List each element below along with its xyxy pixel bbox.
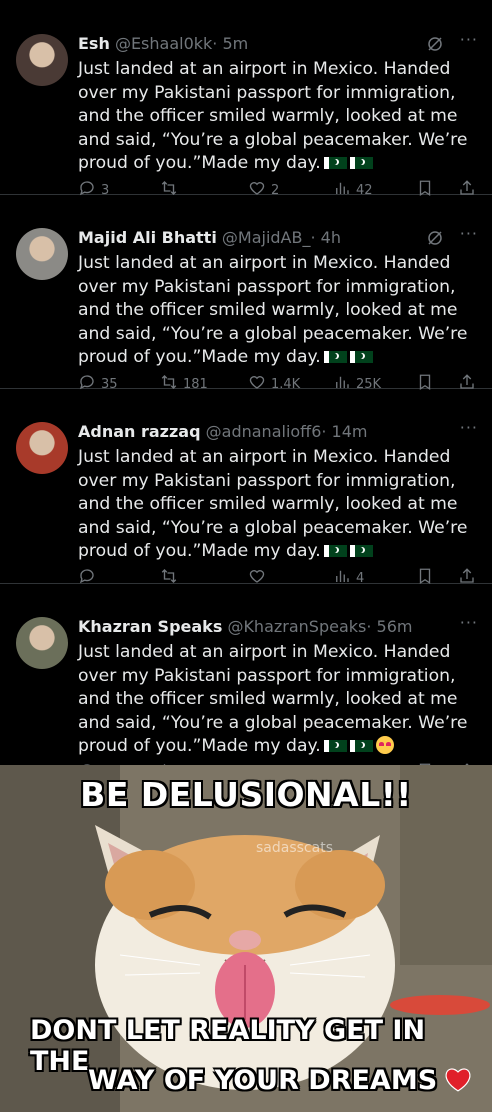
display-name[interactable]: Khazran Speaks (78, 617, 222, 636)
tweet-text: Just landed at an airport in Mexico. Han… (78, 446, 478, 564)
tweet-text-content: Just landed at an airport in Mexico. Han… (78, 642, 468, 756)
meme-image: sadasscats BE DELUSIONAL!! DONT LET REAL… (0, 765, 492, 1112)
pakistan-flag-icon (323, 740, 347, 752)
timestamp[interactable]: · 4h (310, 228, 341, 247)
tweet-text-content: Just landed at an airport in Mexico. Han… (78, 253, 468, 367)
tweet-header: Esh @Eshaal0kk· 5m ··· (78, 30, 478, 56)
pakistan-flag-icon (349, 351, 373, 363)
timestamp[interactable]: · 5m (212, 34, 248, 53)
tweet-header: Majid Ali Bhatti @MajidAB_· 4h ··· (78, 224, 478, 250)
display-name[interactable]: Adnan razzaq (78, 422, 201, 441)
tweet-header: Khazran Speaks @KhazranSpeaks· 56m ··· (78, 613, 478, 639)
more-options-icon[interactable]: ··· (460, 418, 478, 437)
pakistan-flag-icon (349, 545, 373, 557)
tweet-text-content: Just landed at an airport in Mexico. Han… (78, 59, 468, 173)
display-name[interactable]: Majid Ali Bhatti (78, 228, 217, 247)
display-name[interactable]: Esh (78, 34, 110, 53)
meme-watermark: sadasscats (256, 840, 333, 856)
pakistan-flag-icon (323, 351, 347, 363)
avatar[interactable] (16, 34, 68, 86)
tweet-text: Just landed at an airport in Mexico. Han… (78, 252, 478, 370)
meme-top-caption: BE DELUSIONAL!! (80, 775, 412, 814)
grok-icon[interactable] (426, 229, 444, 247)
user-handle[interactable]: @MajidAB_ (222, 228, 311, 247)
timestamp[interactable]: · 14m (321, 422, 367, 441)
tweet-text: Just landed at an airport in Mexico. Han… (78, 58, 478, 176)
pakistan-flag-icon (349, 157, 373, 169)
avatar[interactable] (16, 617, 68, 669)
tweet-text-content: Just landed at an airport in Mexico. Han… (78, 447, 468, 561)
pakistan-flag-icon (349, 740, 373, 752)
pakistan-flag-icon (323, 545, 347, 557)
user-handle[interactable]: @KhazranSpeaks (227, 617, 366, 636)
user-handle[interactable]: @adnanalioff6 (206, 422, 322, 441)
tweet-feed: Esh @Eshaal0kk· 5m ··· Just landed at an a… (0, 0, 492, 765)
tweet[interactable]: Majid Ali Bhatti @MajidAB_· 4h ··· Just la… (0, 194, 492, 392)
tweet-header: Adnan razzaq @adnanalioff6· 14m ··· (78, 418, 478, 444)
heart-icon (445, 1068, 471, 1092)
avatar[interactable] (16, 228, 68, 280)
tweet[interactable]: Esh @Eshaal0kk· 5m ··· Just landed at an a… (0, 0, 492, 198)
tweet[interactable]: Adnan razzaq @adnanalioff6· 14m ··· Just l… (0, 388, 492, 586)
meme-bottom-caption-text: WAY OF YOUR DREAMS (88, 1065, 438, 1096)
tweet[interactable]: Khazran Speaks @KhazranSpeaks· 56m ··· Jus… (0, 583, 492, 765)
tweet-text: Just landed at an airport in Mexico. Han… (78, 641, 478, 759)
more-options-icon[interactable]: ··· (460, 224, 478, 243)
pakistan-flag-icon (323, 157, 347, 169)
avatar[interactable] (16, 422, 68, 474)
timestamp[interactable]: · 56m (366, 617, 412, 636)
grok-icon[interactable] (426, 35, 444, 53)
user-handle[interactable]: @Eshaal0kk (115, 34, 212, 53)
heart-eyes-face-icon (375, 736, 394, 754)
more-options-icon[interactable]: ··· (460, 30, 478, 49)
more-options-icon[interactable]: ··· (460, 613, 478, 632)
meme-bottom-caption-line2: WAY OF YOUR DREAMS (88, 1065, 473, 1096)
